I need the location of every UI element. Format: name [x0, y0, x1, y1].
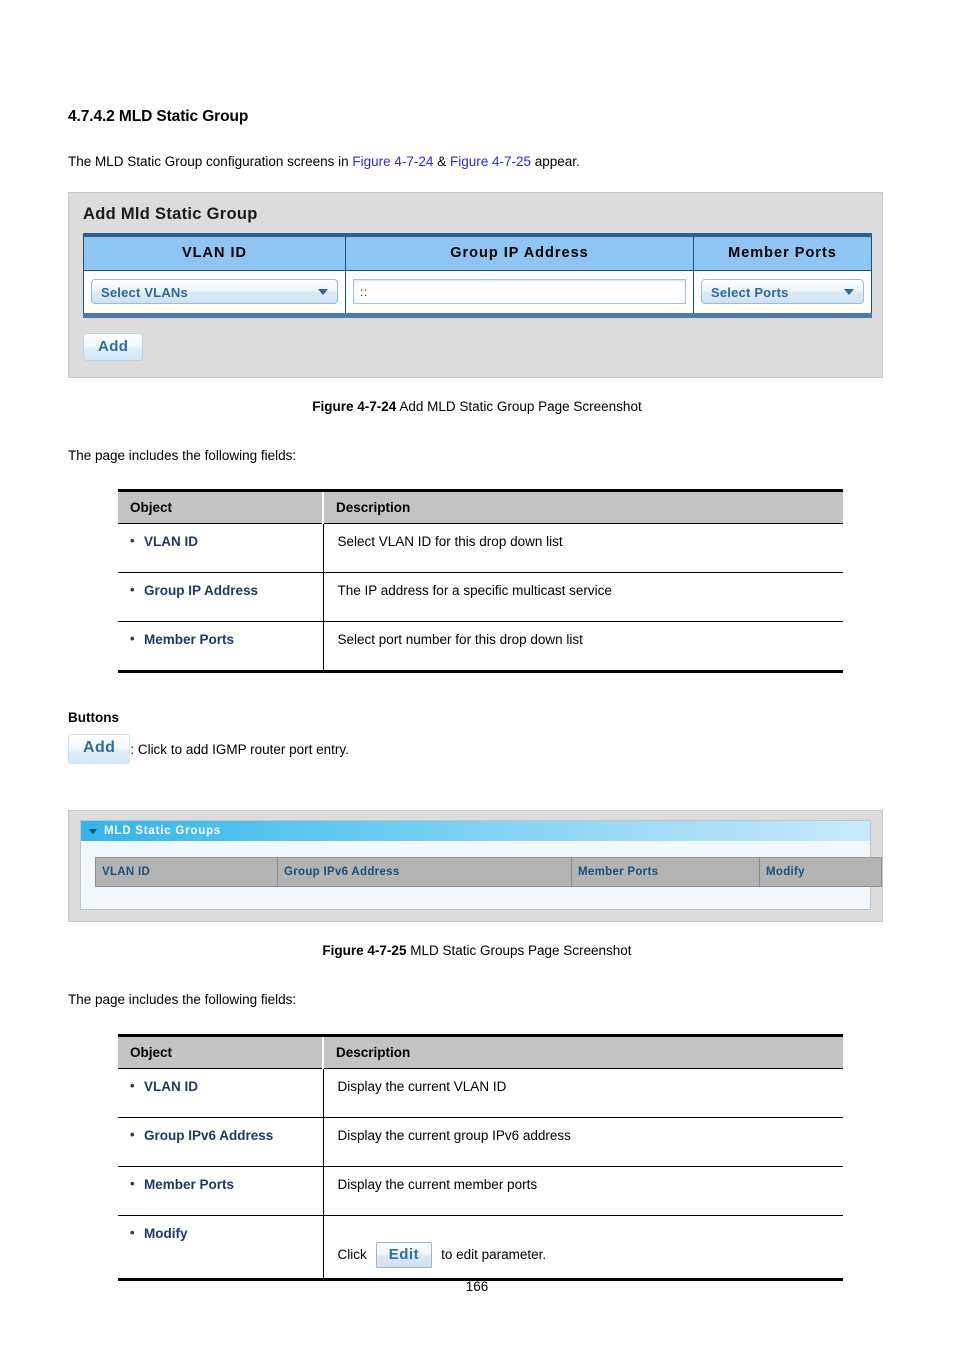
- table-row: Modify Click Edit to edit parameter.: [118, 1215, 843, 1280]
- buttons-section-description: Add : Click to add IGMP router port entr…: [68, 725, 886, 765]
- select-vlans-dropdown[interactable]: Select VLANs: [91, 278, 338, 304]
- page-number: 166: [465, 1279, 489, 1294]
- figure-link-4-7-24[interactable]: Figure 4-7-24: [352, 154, 433, 169]
- edit-button[interactable]: Edit: [375, 1241, 433, 1268]
- description-vlan-id: Select VLAN ID for this drop down list: [323, 523, 843, 574]
- description-table-2: Object Description VLAN ID Display the c…: [118, 1033, 843, 1281]
- modify-suffix-text: to edit parameter.: [441, 1247, 547, 1263]
- group-ip-address-input[interactable]: ::: [353, 278, 686, 304]
- modify-instruction: Click Edit to edit parameter.: [338, 1226, 844, 1268]
- object-member-ports: Member Ports: [118, 621, 324, 672]
- object-group-ipv6-address: Group IPv6 Address: [118, 1117, 324, 1167]
- document-page: 4.7.4.2 MLD Static Group The MLD Static …: [0, 0, 954, 1350]
- object-group-ip-address: Group IP Address: [118, 572, 324, 623]
- figure-caption-4-7-24: Figure 4-7-24 Add MLD Static Group Page …: [68, 378, 886, 414]
- grid-header-member-ports: Member Ports: [571, 857, 760, 888]
- page-title: 4.7.4.2 MLD Static Group: [68, 108, 249, 125]
- select-ports-label: Select Ports: [711, 284, 789, 300]
- header-group-ip-address: Group IP Address: [345, 234, 694, 271]
- object-vlan-id: VLAN ID: [118, 523, 324, 574]
- add-button[interactable]: Add: [83, 332, 144, 361]
- mld-static-groups-panel-body: VLAN ID Group IPv6 Address Member Ports …: [81, 841, 882, 909]
- mld-static-groups-panel-title: MLD Static Groups: [104, 825, 222, 838]
- table-row: Group IP Address The IP address for a sp…: [118, 572, 843, 623]
- add-button-description-text: : Click to add IGMP router port entry.: [130, 741, 349, 757]
- intro-ampersand: &: [433, 154, 450, 169]
- intro-paragraph: The MLD Static Group configuration scree…: [68, 126, 886, 171]
- description-group-ip-address: The IP address for a specific multicast …: [323, 572, 843, 623]
- chevron-down-icon: [844, 289, 854, 296]
- table-row: Group IPv6 Address Display the current g…: [118, 1117, 843, 1167]
- object-modify: Modify: [118, 1215, 324, 1280]
- object-member-ports: Member Ports: [118, 1166, 324, 1216]
- figure-caption-label: Figure 4-7-25: [322, 943, 407, 959]
- table-row: VLAN ID Select VLAN ID for this drop dow…: [118, 523, 843, 574]
- mld-static-groups-screenshot: MLD Static Groups VLAN ID Group IPv6 Add…: [68, 810, 883, 923]
- select-ports-dropdown[interactable]: Select Ports: [701, 278, 864, 304]
- mld-static-groups-grid: VLAN ID Group IPv6 Address Member Ports …: [95, 857, 882, 888]
- figure-caption-text: Add MLD Static Group Page Screenshot: [396, 398, 642, 414]
- description-table-1-wrapper: Object Description VLAN ID Select VLAN I…: [68, 464, 886, 674]
- form-header-row: VLAN ID Group IP Address Member Ports: [83, 234, 872, 271]
- form-actions: Add: [83, 318, 868, 361]
- table-header-row: Object Description: [118, 490, 843, 525]
- form-input-row: Select VLANs :: Select Ports: [83, 270, 872, 316]
- intro-suffix-text: appear.: [531, 154, 580, 169]
- table-row: Member Ports Select port number for this…: [118, 621, 843, 672]
- description-member-ports: Select port number for this drop down li…: [337, 632, 583, 648]
- vlan-id-cell: Select VLANs: [83, 270, 346, 316]
- mld-static-groups-panel: MLD Static Groups VLAN ID Group IPv6 Add…: [80, 820, 882, 911]
- intro-prefix-text: The MLD Static Group configuration scree…: [68, 154, 353, 169]
- description-group-ipv6-address: Display the current group IPv6 address: [323, 1117, 843, 1167]
- fields-intro-2: The page includes the following fields:: [68, 992, 297, 1008]
- mld-static-groups-panel-header[interactable]: MLD Static Groups: [81, 821, 870, 842]
- figure-caption-text: MLD Static Groups Page Screenshot: [406, 943, 632, 959]
- header-member-ports: Member Ports: [693, 234, 872, 271]
- buttons-section-heading: Buttons: [68, 710, 119, 726]
- triangle-down-icon[interactable]: [89, 828, 97, 834]
- grid-header-vlan-id: VLAN ID: [95, 857, 278, 888]
- description-vlan-id: Display the current VLAN ID: [323, 1068, 843, 1118]
- grid-header-row: VLAN ID Group IPv6 Address Member Ports …: [95, 857, 882, 888]
- figure-caption-label: Figure 4-7-24: [312, 398, 397, 414]
- add-mld-static-group-form: VLAN ID Group IP Address Member Ports Se…: [83, 232, 872, 318]
- column-header-object: Object: [118, 490, 324, 525]
- description-member-ports: Display the current member ports: [323, 1166, 843, 1216]
- description-table-1: Object Description VLAN ID Select VLAN I…: [118, 489, 843, 674]
- table-row: Member Ports Display the current member …: [118, 1166, 843, 1216]
- select-vlans-label: Select VLANs: [101, 284, 188, 300]
- description-modify: Click Edit to edit parameter.: [323, 1215, 843, 1279]
- table-row: VLAN ID Display the current VLAN ID: [118, 1068, 843, 1118]
- chevron-down-icon: [318, 289, 328, 296]
- group-ip-address-cell: ::: [345, 270, 694, 316]
- member-ports-cell: Select Ports: [693, 270, 872, 316]
- column-header-description: Description: [323, 1035, 843, 1069]
- add-mld-static-group-title: Add Mld Static Group: [83, 204, 258, 223]
- column-header-object: Object: [118, 1035, 324, 1069]
- figure-link-4-7-25[interactable]: Figure 4-7-25: [450, 154, 531, 169]
- grid-header-modify: Modify: [759, 857, 882, 888]
- header-vlan-id: VLAN ID: [83, 234, 346, 271]
- table-header-row: Object Description: [118, 1035, 843, 1069]
- add-mld-static-group-screenshot: Add Mld Static Group VLAN ID Group IP Ad…: [68, 191, 883, 378]
- description-table-2-wrapper: Object Description VLAN ID Display the c…: [68, 1009, 886, 1281]
- add-button-illustration[interactable]: Add: [68, 734, 131, 765]
- object-vlan-id: VLAN ID: [118, 1068, 324, 1118]
- column-header-description: Description: [323, 490, 843, 525]
- modify-prefix-text: Click: [337, 1247, 367, 1263]
- grid-header-group-ipv6-address: Group IPv6 Address: [277, 857, 572, 888]
- fields-intro-1: The page includes the following fields:: [68, 447, 297, 463]
- figure-caption-4-7-25: Figure 4-7-25 MLD Static Groups Page Scr…: [68, 922, 886, 958]
